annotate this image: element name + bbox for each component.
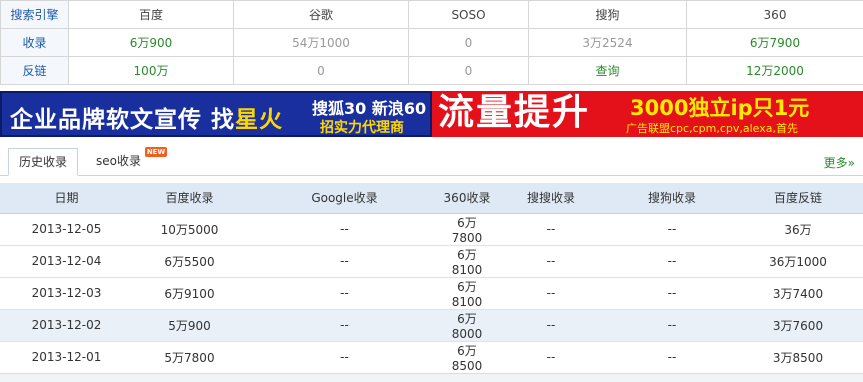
table-cell: 5万900 (133, 309, 246, 342)
engine-table: 搜索引擎 百度 谷歌 SOSO 搜狗 360 收录 6万900 54万1000 … (0, 0, 863, 85)
table-cell: -- (611, 245, 733, 278)
column-header: 百度收录 (133, 183, 246, 214)
table-row: 2013-12-01 5万7800 -- 6万8500 -- -- 3万8500 (0, 341, 863, 374)
engine-header-cell: 百度 (68, 0, 234, 29)
engine-index-row: 收录 6万900 54万1000 0 3万2524 6万7900 (0, 28, 863, 57)
new-badge: NEW (145, 147, 167, 157)
bottom-divider (0, 373, 863, 382)
table-cell: -- (246, 245, 443, 278)
table-cell: 10万5000 (133, 213, 246, 246)
table-cell: 6万8500 (443, 341, 491, 374)
engine-cell: 100万 (68, 56, 234, 85)
engine-header-cell: 搜索引擎 (0, 0, 69, 29)
table-cell: 5万7800 (133, 341, 246, 374)
column-header: 日期 (0, 183, 133, 214)
table-cell: 6万7800 (443, 213, 491, 246)
engine-cell: 12万2000 (686, 56, 863, 85)
table-cell: 3万7400 (733, 277, 863, 310)
engine-header-cell: 360 (686, 0, 863, 29)
table-cell: -- (246, 277, 443, 310)
engine-header-cell: 谷歌 (233, 0, 409, 29)
column-header: 360收录 (443, 183, 491, 214)
table-cell: -- (611, 341, 733, 374)
table-row: 2013-12-04 6万5500 -- 6万8100 -- -- 36万100… (0, 245, 863, 278)
ad-left-line2: 招实力代理商 (320, 120, 404, 136)
table-cell: 2013-12-01 (0, 341, 133, 374)
ad-left-hot-text: 星火 (235, 107, 284, 133)
table-cell: 2013-12-03 (0, 277, 133, 310)
ad-banner: 企业品牌软文宣传 找星火 搜狐30 新浪60 招实力代理商 流量提升 3000独… (0, 91, 863, 137)
ad-banner-right[interactable]: 流量提升 3000独立ip只1元 广告联盟cpc,cpm,cpv,alexa,首… (432, 91, 863, 137)
table-cell: 6万8100 (443, 245, 491, 278)
table-cell: -- (246, 341, 443, 374)
table-cell: 6万9100 (133, 277, 246, 310)
ad-banner-left[interactable]: 企业品牌软文宣传 找星火 搜狐30 新浪60 招实力代理商 (0, 91, 432, 137)
engine-cell: 6万900 (68, 28, 234, 57)
engine-row-label: 反链 (0, 56, 69, 85)
table-cell: -- (491, 277, 611, 310)
table-cell: -- (611, 277, 733, 310)
engine-cell: 0 (233, 56, 409, 85)
table-cell: 6万8100 (443, 277, 491, 310)
table-cell: 6万8000 (443, 309, 491, 342)
table-cell: -- (611, 213, 733, 246)
engine-header-cell: 搜狗 (528, 0, 687, 29)
table-cell: 6万5500 (133, 245, 246, 278)
table-cell: -- (491, 245, 611, 278)
engine-backlink-row: 反链 100万 0 0 查询 12万2000 (0, 56, 863, 85)
table-cell: -- (246, 213, 443, 246)
engine-header-cell: SOSO (408, 0, 529, 29)
engine-row-label: 收录 (0, 28, 69, 57)
history-table: 日期 百度收录 Google收录 360收录 搜搜收录 搜狗收录 百度反链 20… (0, 183, 863, 374)
table-row: 2013-12-05 10万5000 -- 6万7800 -- -- 36万 (0, 213, 863, 246)
table-cell: -- (611, 309, 733, 342)
table-cell: -- (491, 341, 611, 374)
tab-bar: 历史收录 seo收录 (0, 148, 863, 176)
engine-cell: 0 (408, 28, 529, 57)
engine-cell: 0 (408, 56, 529, 85)
column-header: Google收录 (246, 183, 443, 214)
table-cell: 3万7600 (733, 309, 863, 342)
history-header-row: 日期 百度收录 Google收录 360收录 搜搜收录 搜狗收录 百度反链 (0, 183, 863, 214)
table-cell: 36万 (733, 213, 863, 246)
tab-seo[interactable]: seo收录 (96, 148, 141, 176)
column-header: 搜狗收录 (611, 183, 733, 214)
table-cell: 2013-12-04 (0, 245, 133, 278)
column-header: 搜搜收录 (491, 183, 611, 214)
table-cell: -- (246, 309, 443, 342)
engine-cell: 54万1000 (233, 28, 409, 57)
engine-cell: 6万7900 (686, 28, 863, 57)
more-link[interactable]: 更多» (824, 154, 855, 171)
table-cell: 2013-12-05 (0, 213, 133, 246)
table-cell: 2013-12-02 (0, 309, 133, 342)
tab-history[interactable]: 历史收录 (8, 148, 78, 176)
engine-header-row: 搜索引擎 百度 谷歌 SOSO 搜狗 360 (0, 0, 863, 29)
ad-right-sub: 广告联盟cpc,cpm,cpv,alexa,首先 (626, 122, 798, 135)
table-cell: 3万8500 (733, 341, 863, 374)
ad-left-headline: 企业品牌软文宣传 找星火 (10, 100, 283, 134)
table-row: 2013-12-03 6万9100 -- 6万8100 -- -- 3万7400 (0, 277, 863, 310)
engine-cell: 3万2524 (528, 28, 687, 57)
table-cell: -- (491, 213, 611, 246)
table-cell: -- (491, 309, 611, 342)
table-row: 2013-12-02 5万900 -- 6万8000 -- -- 3万7600 (0, 309, 863, 342)
query-link[interactable]: 查询 (528, 56, 687, 85)
ad-left-line1: 搜狐30 新浪60 (312, 99, 427, 118)
ad-right-promo: 3000独立ip只1元 (630, 96, 810, 120)
column-header: 百度反链 (733, 183, 863, 214)
ad-right-headline: 流量提升 (438, 92, 591, 133)
ad-left-main-text: 企业品牌软文宣传 找 (10, 107, 236, 133)
table-cell: 36万1000 (733, 245, 863, 278)
